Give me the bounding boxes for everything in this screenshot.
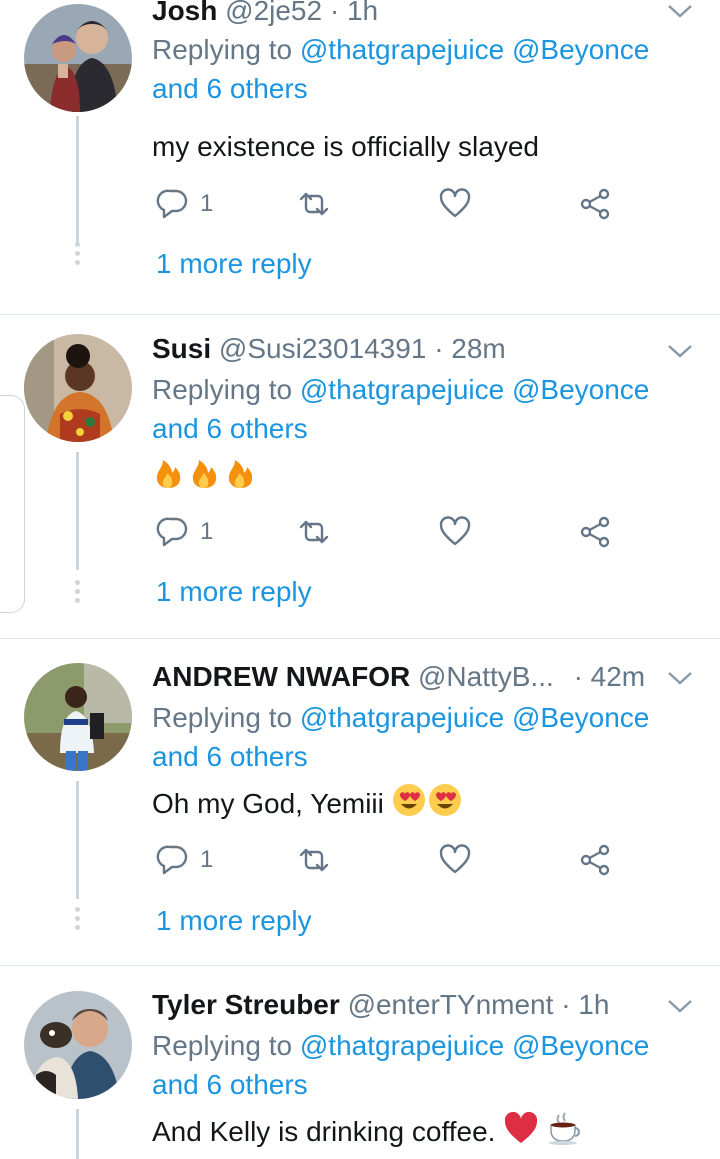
reply-button[interactable]: 1 (156, 840, 213, 880)
share-button[interactable] (578, 840, 612, 880)
user-handle[interactable]: @NattyB... (418, 661, 554, 692)
thread-dots (74, 242, 81, 270)
retweet-icon (299, 192, 329, 216)
display-name[interactable]: Tyler Streuber (152, 989, 340, 1020)
reply-count: 1 (200, 846, 214, 873)
more-replies-link[interactable]: 1 more reply (156, 574, 312, 610)
thread-line (76, 781, 79, 899)
retweet-button[interactable] (297, 840, 331, 880)
more-replies-link[interactable]: 1 more reply (156, 246, 312, 282)
share-button[interactable] (578, 184, 612, 224)
like-icon (439, 188, 471, 218)
replying-to: Replying to @thatgrapejuice @Beyonce and… (152, 370, 692, 448)
tweet-text: And Kelly is drinking coffee. (152, 1111, 692, 1151)
heart-eyes-emoji (392, 784, 461, 816)
retweet-icon (299, 520, 329, 544)
tweet-text-content: my existence is officially slayed (152, 131, 539, 162)
avatar[interactable] (24, 334, 132, 442)
replying-prefix: Replying to (152, 1030, 293, 1061)
mentions-link[interactable]: @thatgrapejuice @Beyonce (300, 1030, 650, 1061)
tweet-text-content: Oh my God, Yemiii (152, 788, 384, 819)
fire-emoji (156, 460, 253, 488)
timestamp[interactable]: · 1h (330, 0, 378, 26)
reply-header: Susi @Susi23014391 · 28m (152, 332, 662, 366)
timestamp[interactable]: · 28m (434, 333, 506, 364)
tweet-actions: 1 (152, 512, 632, 552)
thread-dots (74, 580, 81, 608)
reply-item[interactable]: ANDREW NWAFOR @NattyB... · 42m Replying … (0, 639, 720, 966)
replying-prefix: Replying to (152, 374, 293, 405)
replying-to: Replying to @thatgrapejuice @Beyonce and… (152, 30, 692, 108)
share-button[interactable] (578, 512, 612, 552)
thread-line (76, 116, 79, 244)
like-button[interactable] (438, 184, 472, 224)
user-handle[interactable]: @2je52 (225, 0, 322, 26)
others-link[interactable]: and 6 others (152, 1069, 308, 1100)
thread-line (76, 1109, 79, 1159)
reply-icon (156, 845, 188, 875)
chevron-down-icon[interactable] (666, 340, 694, 362)
red-heart-emoji (505, 1111, 538, 1143)
user-handle[interactable]: @enterTYnment (348, 989, 554, 1020)
display-name[interactable]: Susi (152, 333, 211, 364)
avatar[interactable] (24, 4, 132, 112)
like-button[interactable] (438, 512, 472, 552)
chevron-down-icon[interactable] (666, 667, 694, 689)
retweet-button[interactable] (297, 184, 331, 224)
mentions-link[interactable]: @thatgrapejuice @Beyonce (300, 702, 650, 733)
reply-header: ANDREW NWAFOR @NattyB... · 42m (152, 660, 662, 694)
reply-item[interactable]: Josh @2je52 · 1h Replying to @thatgrapej… (0, 0, 720, 315)
reply-icon (156, 189, 188, 219)
others-link[interactable]: and 6 others (152, 413, 308, 444)
mentions-link[interactable]: @thatgrapejuice @Beyonce (300, 34, 650, 65)
tweet-text-content: And Kelly is drinking coffee. (152, 1116, 496, 1147)
coffee-emoji (549, 1112, 580, 1145)
user-handle[interactable]: @Susi23014391 (219, 333, 426, 364)
others-link[interactable]: and 6 others (152, 73, 308, 104)
reply-button[interactable]: 1 (156, 512, 213, 552)
replying-to: Replying to @thatgrapejuice @Beyonce and… (152, 698, 692, 776)
replying-prefix: Replying to (152, 34, 293, 65)
tweet-text (152, 456, 692, 500)
avatar[interactable] (24, 991, 132, 1099)
mentions-link[interactable]: @thatgrapejuice @Beyonce (300, 374, 650, 405)
like-icon (439, 844, 471, 874)
reply-header: Josh @2je52 · 1h (152, 0, 662, 28)
avatar[interactable] (24, 663, 132, 771)
more-replies-link[interactable]: 1 more reply (156, 903, 312, 939)
reply-header: Tyler Streuber @enterTYnment · 1h (152, 988, 662, 1022)
reply-icon (156, 517, 188, 547)
display-name[interactable]: Josh (152, 0, 217, 26)
like-icon (439, 516, 471, 546)
display-name[interactable]: ANDREW NWAFOR (152, 661, 410, 692)
replying-prefix: Replying to (152, 702, 293, 733)
reply-count: 1 (200, 190, 214, 217)
share-icon (580, 516, 610, 548)
tweet-text: Oh my God, Yemiii (152, 783, 692, 823)
chevron-down-icon[interactable] (666, 995, 694, 1017)
thread-dots (74, 907, 81, 935)
reply-item[interactable]: Susi @Susi23014391 · 28m Replying to @th… (0, 312, 720, 639)
replying-to: Replying to @thatgrapejuice @Beyonce and… (152, 1026, 692, 1104)
reply-item[interactable]: Tyler Streuber @enterTYnment · 1h Replyi… (0, 967, 720, 1159)
tweet-actions: 1 (152, 184, 632, 224)
tweet-actions: 1 (152, 840, 632, 880)
timestamp[interactable]: · 1h (561, 989, 609, 1020)
reply-count: 1 (200, 518, 214, 545)
chevron-down-icon[interactable] (666, 0, 694, 22)
tweet-text: my existence is officially slayed (152, 128, 692, 166)
reply-button[interactable]: 1 (156, 184, 213, 224)
share-icon (580, 844, 610, 876)
thread-line (76, 452, 79, 570)
share-icon (580, 188, 610, 220)
retweet-button[interactable] (297, 512, 331, 552)
others-link[interactable]: and 6 others (152, 741, 308, 772)
retweet-icon (299, 848, 329, 872)
timestamp[interactable]: · 42m (574, 661, 646, 692)
like-button[interactable] (438, 840, 472, 880)
